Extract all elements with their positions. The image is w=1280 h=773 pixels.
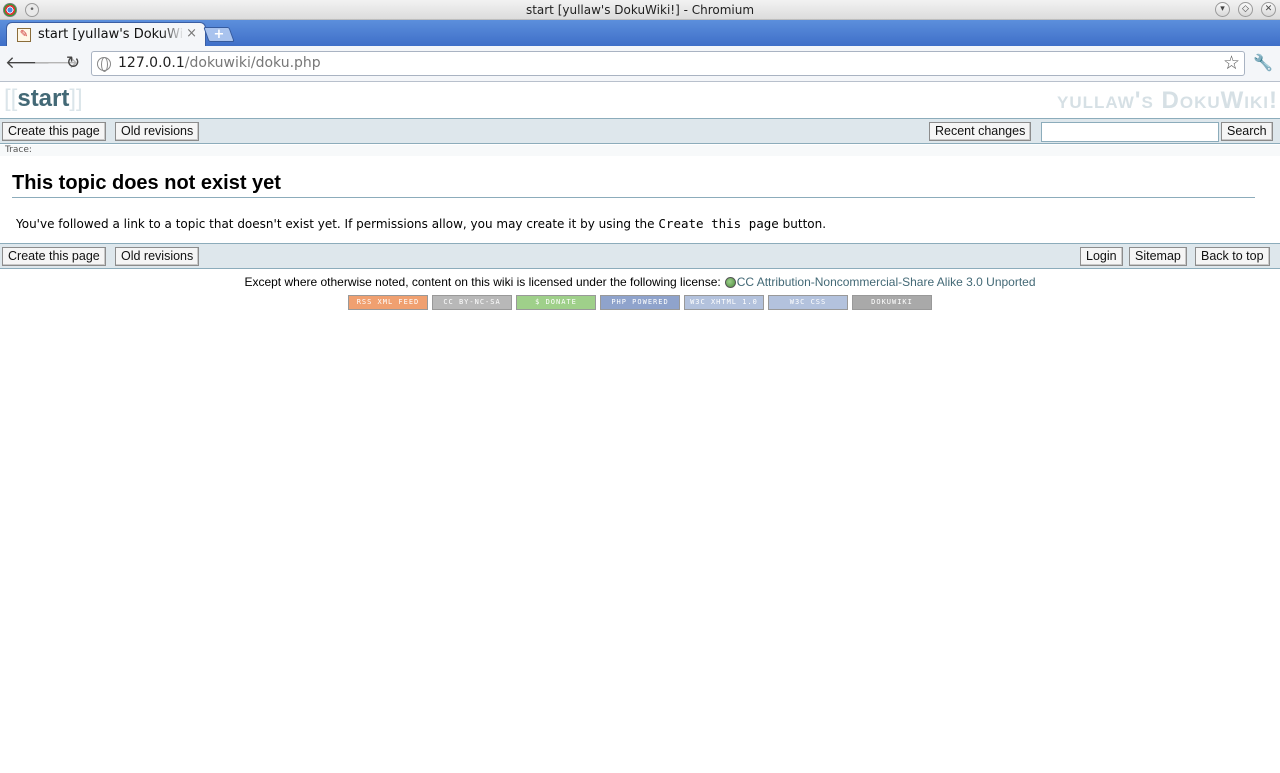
dokuwiki-favicon-icon: ✎	[17, 28, 31, 42]
bookmark-star-icon[interactable]: ☆	[1223, 52, 1240, 74]
create-page-button-bottom[interactable]: Create this page	[2, 247, 106, 266]
message-text: You've followed a link to a topic that d…	[16, 217, 655, 231]
bracket-close: ]]	[69, 85, 83, 112]
wiki-logo[interactable]: yullaw's DokuWiki!	[1057, 87, 1278, 115]
minimize-icon[interactable]: ▾	[1215, 2, 1230, 17]
content-message: You've followed a link to a topic that d…	[16, 216, 826, 231]
cc-license-badge[interactable]: CC BY-NC-SA	[432, 295, 512, 310]
donate-badge[interactable]: $ DONATE	[516, 295, 596, 310]
reload-button[interactable]: ↻	[61, 52, 85, 74]
back-button[interactable]: 🡐	[5, 52, 51, 74]
content-heading: This topic does not exist yet	[12, 172, 1255, 198]
address-bar[interactable]: 127.0.0.1/dokuwiki/doku.php ☆	[91, 51, 1245, 76]
maximize-icon[interactable]: ◇	[1238, 2, 1253, 17]
wrench-menu-icon[interactable]: 🔧	[1253, 53, 1273, 72]
recent-changes-button[interactable]: Recent changes	[929, 122, 1032, 141]
url-text[interactable]: 127.0.0.1/dokuwiki/doku.php	[118, 55, 321, 71]
tab-strip: ✎ start [yullaw's DokuWiki!] × +	[0, 20, 1280, 47]
login-button[interactable]: Login	[1080, 247, 1123, 266]
browser-tab[interactable]: ✎ start [yullaw's DokuWiki!] ×	[6, 22, 206, 47]
plus-icon: +	[213, 27, 225, 42]
breadcrumb-trace: Trace:	[0, 145, 1280, 156]
search-button[interactable]: Search	[1221, 122, 1273, 141]
new-tab-button[interactable]: +	[203, 27, 235, 42]
bottom-button-bar: Create this page Old revisions Login Sit…	[0, 243, 1280, 269]
tab-close-icon[interactable]: ×	[186, 26, 197, 41]
license-link[interactable]: CC Attribution-Noncommercial-Share Alike…	[737, 275, 1036, 289]
globe-icon	[97, 57, 111, 72]
creative-commons-icon	[724, 277, 736, 288]
top-button-bar: Create this page Old revisions Recent ch…	[0, 118, 1280, 144]
search-input[interactable]	[1041, 122, 1219, 142]
tab-title: start [yullaw's DokuWiki!]	[38, 27, 184, 42]
forward-button[interactable]: 🡒	[33, 52, 79, 74]
url-host: 127.0.0.1	[118, 55, 185, 71]
back-to-top-button[interactable]: Back to top	[1195, 247, 1270, 266]
license-text: Except where otherwise noted, content on…	[244, 275, 721, 289]
page-title[interactable]: [[start]]	[4, 85, 83, 113]
old-revisions-button-bottom[interactable]: Old revisions	[115, 247, 200, 266]
create-page-button[interactable]: Create this page	[2, 122, 106, 141]
badge-row: RSS XML FEED CC BY-NC-SA $ DONATE PHP POWER…	[0, 295, 1280, 310]
wiki-page: [[start]] yullaw's DokuWiki! Create this…	[0, 83, 1280, 773]
close-window-icon[interactable]: ✕	[1261, 2, 1276, 17]
old-revisions-button[interactable]: Old revisions	[115, 122, 200, 141]
window-title: start [yullaw's DokuWiki!] - Chromium	[525, 3, 755, 17]
message-code: Create this page	[658, 216, 779, 231]
dokuwiki-badge[interactable]: DOKUWIKI	[852, 295, 932, 310]
sitemap-button[interactable]: Sitemap	[1129, 247, 1187, 266]
browser-toolbar: 🡐 🡒 ↻ 127.0.0.1/dokuwiki/doku.php ☆ 🔧	[0, 46, 1280, 82]
message-text-end: button.	[782, 217, 827, 231]
window-titlebar: • start [yullaw's DokuWiki!] - Chromium …	[0, 0, 1280, 20]
url-path: /dokuwiki/doku.php	[184, 55, 321, 71]
license-line: Except where otherwise noted, content on…	[0, 275, 1280, 289]
php-powered-badge[interactable]: PHP POWERED	[600, 295, 680, 310]
xhtml-badge[interactable]: W3C XHTML 1.0	[684, 295, 764, 310]
page-name[interactable]: start	[17, 85, 69, 112]
css-badge[interactable]: W3C CSS	[768, 295, 848, 310]
bracket-open: [[	[4, 85, 18, 112]
rss-feed-badge[interactable]: RSS XML FEED	[348, 295, 428, 310]
reload-icon: ↻	[65, 53, 81, 73]
